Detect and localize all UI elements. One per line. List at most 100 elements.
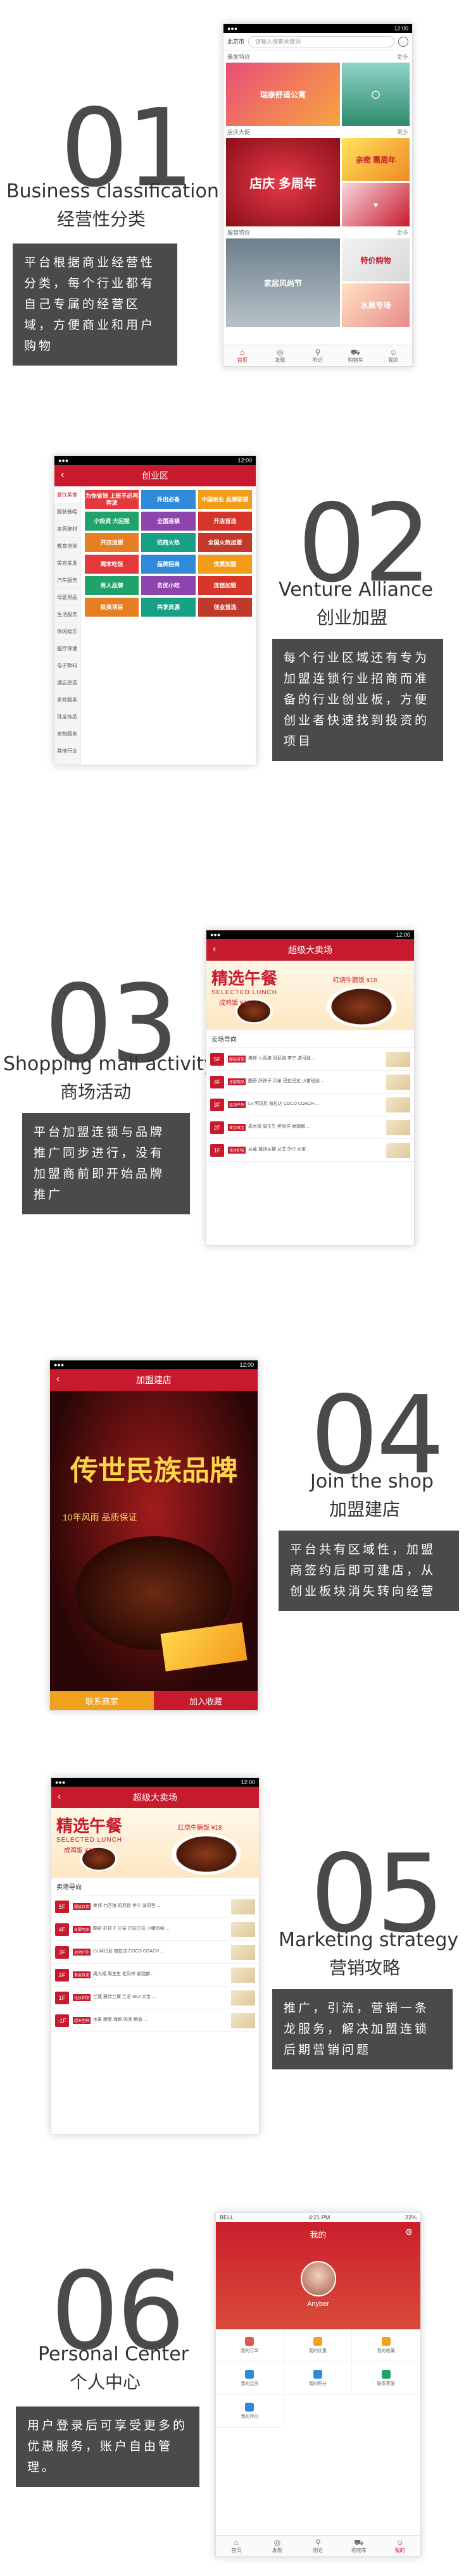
tab-nearby[interactable]: ⚲ 附近 bbox=[299, 345, 337, 366]
sidebar-item[interactable]: 服装鞋帽 bbox=[54, 503, 80, 521]
ad-banner[interactable]: 特价购物 bbox=[342, 238, 410, 281]
venture-card[interactable]: 中国创业 品牌联盟 bbox=[198, 490, 252, 509]
venture-card[interactable]: 优质加盟 bbox=[198, 555, 252, 574]
ad-banner[interactable]: 水果专场 bbox=[342, 283, 410, 327]
back-icon[interactable]: ‹ bbox=[213, 944, 216, 955]
back-icon[interactable]: ‹ bbox=[58, 1791, 61, 1803]
more-link[interactable]: 更多 bbox=[397, 52, 408, 61]
list-item[interactable]: 5F 服装百货 美邦 七匹狼 班尼路 李宁 波司登 ... bbox=[51, 1895, 259, 1918]
profile-menu-item[interactable]: 我的优惠 bbox=[284, 2329, 353, 2362]
phone-profile-screen: BELL 4:21 PM 22% 我的 ⚙ Anyber 我的订单 我的优惠 我的收… bbox=[215, 2212, 421, 2557]
contact-merchant-button[interactable]: 联系商家 bbox=[50, 1691, 154, 1710]
venture-card[interactable]: 男人品牌 bbox=[85, 576, 139, 595]
sidebar-item[interactable]: 家居建材 bbox=[54, 521, 80, 538]
brand-list: 兰蔻 雅诗兰黛 兰芝 SK2 大宝 ... bbox=[93, 1995, 156, 1999]
list-item[interactable]: 3F 运动户外 LV 阿玛尼 普拉达 COCO COACH ... bbox=[206, 1094, 414, 1116]
sidebar-item[interactable]: 家政服务 bbox=[54, 691, 80, 708]
venture-card[interactable]: 全国火热加盟 bbox=[198, 533, 252, 552]
profile-menu-item[interactable]: 我的积分 bbox=[284, 2362, 353, 2395]
tab-nearby[interactable]: ⚲ 附近 bbox=[298, 2536, 339, 2556]
list-item[interactable]: 4F 母婴用品 酷奇 好孩子 贝亲 巴拉巴拉 小猪班纳 ... bbox=[206, 1071, 414, 1094]
venture-card[interactable]: 连锁加盟 bbox=[198, 576, 252, 595]
profile-menu-item[interactable]: 我的订单 bbox=[216, 2329, 284, 2362]
list-item[interactable]: 1F 化妆护肤 兰蔻 雅诗兰黛 兰芝 SK2 大宝 ... bbox=[206, 1139, 414, 1162]
sidebar-item[interactable]: 餐饮美食 bbox=[54, 486, 80, 503]
message-icon[interactable]: ··· bbox=[398, 36, 408, 47]
venture-card[interactable]: 为你省钱 上班不必再奔波 bbox=[85, 490, 139, 509]
venture-card[interactable]: 小投资 大回报 bbox=[85, 512, 139, 531]
tab-home[interactable]: ⌂ 首页 bbox=[216, 2536, 257, 2556]
sidebar-item[interactable]: 酒店旅游 bbox=[54, 674, 80, 691]
thumbnail bbox=[386, 1074, 410, 1090]
list-item[interactable]: 4F 母婴用品 酷奇 好孩子 贝亲 巴拉巴拉 小猪班纳 ... bbox=[51, 1918, 259, 1941]
profile-menu-item[interactable]: 我的评价 bbox=[216, 2395, 284, 2428]
venture-card[interactable]: 品牌招商 bbox=[141, 555, 196, 574]
profile-menu-item[interactable]: 联系客服 bbox=[352, 2362, 420, 2395]
sidebar-item[interactable]: 生活服务 bbox=[54, 606, 80, 623]
menu-icon bbox=[245, 2403, 254, 2412]
sidebar-item[interactable]: 美容美发 bbox=[54, 555, 80, 572]
venture-card[interactable]: 开店加盟 bbox=[85, 533, 139, 552]
venture-card[interactable]: 共享资源 bbox=[141, 598, 196, 617]
tab-me[interactable]: ☺ 我的 bbox=[379, 2536, 420, 2556]
ad-banner[interactable]: ♥ bbox=[342, 183, 410, 226]
venture-card[interactable]: 创业首选 bbox=[198, 598, 252, 617]
city-selector[interactable]: 北京市 bbox=[227, 37, 244, 46]
tab-cart[interactable]: ⛟ 购物车 bbox=[337, 345, 375, 366]
section-marketing: ●●● 12:00 ‹ 超级大卖场 精选午餐 SELECTED LUNCH 成鸡饭 … bbox=[0, 1771, 471, 2150]
tab-discover[interactable]: ◎ 发现 bbox=[261, 345, 299, 366]
settings-icon[interactable]: ⚙ bbox=[405, 2227, 413, 2238]
add-favorite-button[interactable]: 加入收藏 bbox=[154, 1691, 258, 1710]
venture-card[interactable]: 开店首选 bbox=[198, 512, 252, 531]
section-title-en: Personal Center bbox=[38, 2343, 189, 2365]
sidebar-item[interactable]: 汽车服务 bbox=[54, 572, 80, 589]
list-item[interactable]: 1F 化妆护肤 兰蔻 雅诗兰黛 兰芝 SK2 大宝 ... bbox=[51, 1987, 259, 2009]
back-icon[interactable]: ‹ bbox=[56, 1374, 60, 1385]
sidebar-item[interactable]: 休闲娱乐 bbox=[54, 623, 80, 640]
ad-banner[interactable]: ◯ bbox=[342, 63, 410, 126]
list-item[interactable]: 2F 黄金珠宝 周大福 周生生 老凤祥 谢瑞麟 ... bbox=[51, 1964, 259, 1987]
list-item[interactable]: -1F 超市生鲜 水果 蔬菜 海鲜 肉类 粮油 ... bbox=[51, 2009, 259, 2032]
sidebar-item[interactable]: 珠宝饰品 bbox=[54, 708, 80, 725]
tab-me[interactable]: ☺ 我的 bbox=[374, 345, 412, 366]
avatar[interactable] bbox=[300, 2261, 336, 2296]
sidebar-item[interactable]: 电子数码 bbox=[54, 657, 80, 674]
tab-home[interactable]: ⌂ 首页 bbox=[223, 345, 261, 366]
venture-card[interactable]: 全国连锁 bbox=[141, 512, 196, 531]
ad-banner[interactable]: 家居风尚节 bbox=[226, 238, 340, 327]
row-content: 母婴用品 酷奇 好孩子 贝亲 巴拉巴拉 小猪班纳 ... bbox=[228, 1078, 382, 1085]
category-tag: 母婴用品 bbox=[228, 1078, 246, 1085]
section-description: 每个行业区域还有专为加盟连锁行业招商而准备的行业创业板，方便创业者快速找到投资的… bbox=[272, 639, 443, 761]
venture-card[interactable]: 外出必备 bbox=[141, 490, 196, 509]
list-item[interactable]: 2F 黄金珠宝 周大福 周生生 老凤祥 谢瑞麟 ... bbox=[206, 1116, 414, 1139]
sidebar-item[interactable]: 其他行业 bbox=[54, 743, 80, 760]
lunch-banner[interactable]: 精选午餐 SELECTED LUNCH 成鸡饭 ¥16 红烧牛腩饭 ¥18 bbox=[206, 961, 414, 1030]
category-tag: 化妆护肤 bbox=[73, 1994, 91, 2001]
profile-menu-item[interactable]: 我的会员 bbox=[216, 2362, 284, 2395]
profile-menu-item[interactable]: 我的收藏 bbox=[352, 2329, 420, 2362]
ad-banner[interactable]: 瑞康舒适公寓 bbox=[226, 63, 340, 126]
sidebar-item[interactable]: 医疗保健 bbox=[54, 640, 80, 657]
sidebar-item[interactable]: 教育培训 bbox=[54, 538, 80, 555]
sidebar-item[interactable]: 宠物服务 bbox=[54, 725, 80, 743]
more-link[interactable]: 更多 bbox=[397, 128, 408, 136]
lunch-banner[interactable]: 精选午餐 SELECTED LUNCH 成鸡饭 ¥16 红烧牛腩饭 ¥18 bbox=[51, 1808, 259, 1878]
venture-card[interactable]: 名优小吃 bbox=[141, 576, 196, 595]
venture-card[interactable]: 投资项目 bbox=[85, 598, 139, 617]
section-title-cn: 创业加盟 bbox=[317, 607, 388, 628]
list-item[interactable]: 5F 服装百货 美邦 七匹狼 班尼路 李宁 波司登 ... bbox=[206, 1048, 414, 1071]
thumbnail bbox=[231, 2012, 255, 2028]
ad-banner[interactable]: 店庆 多周年 bbox=[226, 138, 340, 226]
sidebar-item[interactable]: 母婴用品 bbox=[54, 589, 80, 606]
list-item[interactable]: 3F 运动户外 LV 阿玛尼 普拉达 COCO COACH ... bbox=[51, 1941, 259, 1964]
more-link[interactable]: 更多 bbox=[397, 228, 408, 237]
search-input[interactable]: 请输入搜索关键词 bbox=[248, 35, 394, 47]
app-header: ‹ 超级大卖场 bbox=[51, 1787, 259, 1808]
compass-icon: ◎ bbox=[273, 2538, 281, 2547]
ad-banner[interactable]: 亲密 惠周年 bbox=[342, 138, 410, 181]
back-icon[interactable]: ‹ bbox=[61, 469, 64, 481]
tab-cart[interactable]: ⛟ 购物车 bbox=[339, 2536, 380, 2556]
venture-card[interactable]: 招商火热 bbox=[141, 533, 196, 552]
venture-card[interactable]: 周末吃饭 bbox=[85, 555, 139, 574]
tab-discover[interactable]: ◎ 发现 bbox=[257, 2536, 298, 2556]
